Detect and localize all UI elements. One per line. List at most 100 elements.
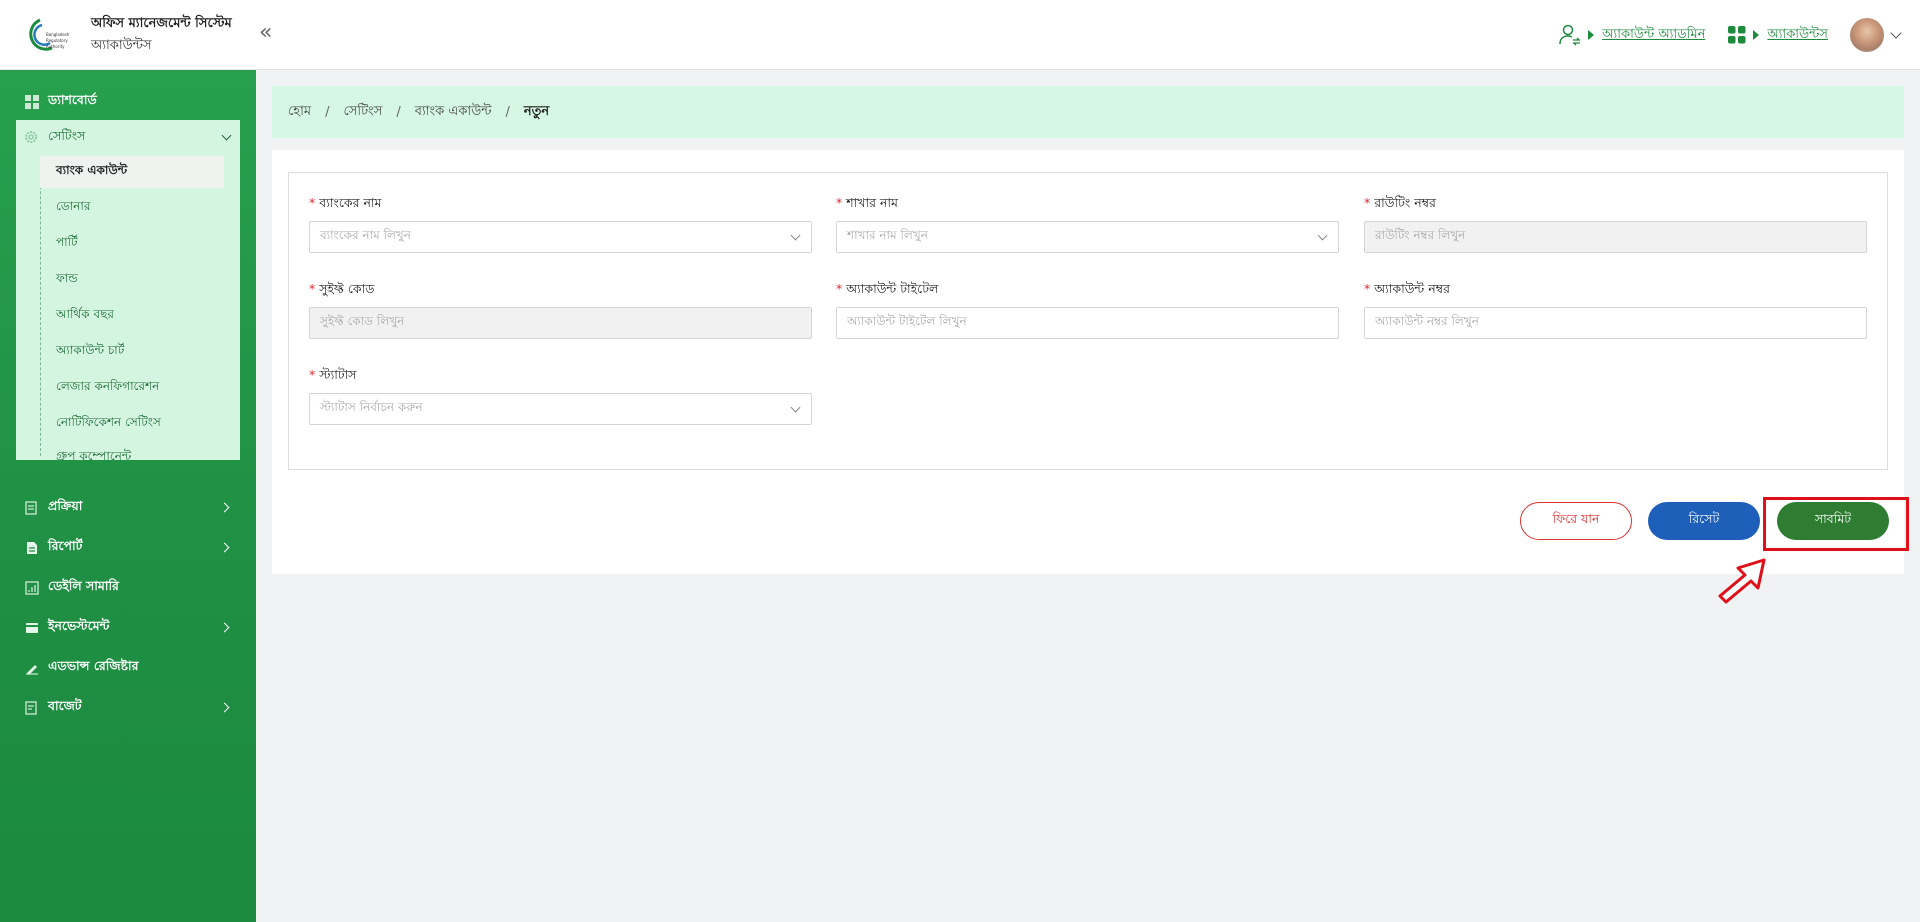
chevron-down-icon	[790, 402, 801, 413]
sidebar-item-label: বাজেট	[48, 698, 82, 713]
register-icon	[24, 660, 40, 676]
top-header: Bangladesh Regulatory Authority অফিস ম্য…	[0, 0, 1920, 70]
status-label-text: স্ট্যাটাস	[319, 367, 357, 382]
chevron-down-icon[interactable]	[1890, 27, 1902, 39]
pointer-arrow-icon	[1718, 558, 1766, 604]
sidebar-item-advance-register[interactable]: এডভান্স রেজিষ্টার	[0, 650, 256, 686]
breadcrumb-separator: /	[505, 104, 510, 120]
sidebar-item-fiscal-year[interactable]: আর্থিক বছর	[40, 300, 224, 332]
breadcrumb-settings[interactable]: সেটিংস	[343, 102, 382, 123]
form-card: * ব্যাংকের নাম ব্যাংকের নাম লিখুন * শাখার …	[272, 150, 1904, 574]
chevron-right-icon	[219, 502, 230, 513]
account-no-input[interactable]: অ্যাকাউন্ট নম্বর লিখুন	[1364, 307, 1867, 339]
logo-text-3: Authority	[46, 44, 65, 49]
sidebar-item-account-chart[interactable]: অ্যাকাউন্ট চার্ট	[40, 336, 224, 368]
status-select[interactable]: স্ট্যাটাস নির্বাচন করুন	[309, 393, 812, 425]
branch-name-label: * শাখার নাম	[836, 195, 898, 210]
back-button[interactable]: ফিরে যান	[1520, 502, 1632, 540]
sidebar-item-settings[interactable]: সেটিংস	[16, 120, 240, 156]
swift-code-label: * সুইফ্ট কোড	[309, 281, 375, 296]
summary-icon	[24, 580, 40, 596]
status-placeholder: স্ট্যাটাস নির্বাচন করুন	[320, 400, 423, 414]
sidebar-item-budget[interactable]: বাজেট	[0, 690, 256, 726]
sidebar-item-label: রিপোর্ট	[48, 538, 83, 553]
branch-name-select[interactable]: শাখার নাম লিখুন	[836, 221, 1339, 253]
account-title-placeholder: অ্যাকাউন্ট টাইটেল লিখুন	[847, 314, 967, 328]
bank-name-label: * ব্যাংকের নাম	[309, 195, 382, 210]
bank-name-select[interactable]: ব্যাংকের নাম লিখুন	[309, 221, 812, 253]
account-no-label-text: অ্যাকাউন্ট নম্বর	[1374, 281, 1450, 296]
swift-code-placeholder: সুইফ্ট কোড লিখুন	[320, 314, 405, 328]
sidebar-item-label: ডেইলি সামারি	[48, 578, 119, 593]
sidebar-item-ledger-config[interactable]: লেজার কনফিগারেশন	[40, 372, 224, 404]
logo-text-2: Regulatory	[46, 38, 68, 43]
sidebar-item-investment[interactable]: ইনভেস্টমেন্ট	[0, 610, 256, 646]
sidebar-item-donor[interactable]: ডোনার	[40, 192, 224, 224]
logo-icon: Bangladesh Regulatory Authority	[29, 18, 70, 51]
reset-button[interactable]: রিসেট	[1648, 502, 1760, 540]
caret-right-icon	[1753, 30, 1760, 40]
dashboard-icon	[24, 94, 40, 110]
collapse-sidebar-button[interactable]: «	[259, 20, 272, 45]
sidebar-item-label: সেটিংস	[48, 128, 86, 143]
budget-icon	[24, 700, 40, 716]
report-icon	[24, 540, 40, 556]
status-label: * স্ট্যাটাস	[309, 367, 357, 382]
investment-icon	[24, 620, 40, 636]
swift-code-input[interactable]: সুইফ্ট কোড লিখুন	[309, 307, 812, 339]
submit-highlight-box	[1763, 497, 1909, 551]
account-no-placeholder: অ্যাকাউন্ট নম্বর লিখুন	[1375, 314, 1479, 328]
bank-account-form: * ব্যাংকের নাম ব্যাংকের নাম লিখুন * শাখার …	[288, 172, 1888, 470]
sidebar: ড্যাশবোর্ড সেটিংস ব্যাংক একাউন্ট ডোনার প…	[0, 70, 256, 922]
chevron-right-icon	[219, 542, 230, 553]
accounts-module-link[interactable]: অ্যাকাউন্টস	[1767, 25, 1828, 46]
chevron-right-icon	[219, 622, 230, 633]
breadcrumb-home[interactable]: হোম	[288, 102, 311, 123]
apps-grid-icon[interactable]	[1727, 25, 1747, 45]
sidebar-item-daily-summary[interactable]: ডেইলি সামারি	[0, 570, 256, 606]
sidebar-item-party[interactable]: পার্টি	[40, 228, 224, 260]
sidebar-item-report[interactable]: রিপোর্ট	[0, 530, 256, 566]
routing-no-label: * রাউটিং নম্বর	[1364, 195, 1436, 210]
chevron-down-icon	[221, 130, 232, 141]
chevron-down-icon	[790, 230, 801, 241]
chevron-down-icon	[1317, 230, 1328, 241]
breadcrumb-bank-account[interactable]: ব্যাংক একাউন্ট	[415, 102, 492, 123]
sidebar-item-bank-account[interactable]: ব্যাংক একাউন্ট	[40, 156, 224, 188]
user-switch-icon[interactable]	[1558, 23, 1582, 47]
bank-name-placeholder: ব্যাংকের নাম লিখুন	[320, 228, 411, 242]
routing-no-label-text: রাউটিং নম্বর	[1374, 195, 1436, 210]
sidebar-item-fund[interactable]: ফান্ড	[40, 264, 224, 296]
account-title-input[interactable]: অ্যাকাউন্ট টাইটেল লিখুন	[836, 307, 1339, 339]
breadcrumb: হোম / সেটিংস / ব্যাংক একাউন্ট / নতুন	[272, 86, 1904, 138]
app-subtitle: অ্যাকাউন্টস	[91, 38, 152, 53]
breadcrumb-separator: /	[396, 104, 401, 120]
sidebar-item-dashboard[interactable]: ড্যাশবোর্ড	[0, 84, 256, 120]
sidebar-item-label: প্রক্রিয়া	[48, 498, 83, 513]
sidebar-item-label: ইনভেস্টমেন্ট	[48, 618, 110, 633]
bank-name-label-text: ব্যাংকের নাম	[319, 195, 382, 210]
account-title-label: * অ্যাকাউন্ট টাইটেল	[836, 281, 939, 296]
gear-icon	[24, 130, 40, 146]
branch-name-label-text: শাখার নাম	[846, 195, 898, 210]
settings-submenu: সেটিংস ব্যাংক একাউন্ট ডোনার পার্টি ফান্ড…	[16, 120, 240, 463]
account-no-label: * অ্যাকাউন্ট নম্বর	[1364, 281, 1450, 296]
sidebar-item-process[interactable]: প্রক্রিয়া	[0, 490, 256, 526]
routing-no-placeholder: রাউটিং নম্বর লিখুন	[1375, 228, 1466, 242]
account-admin-link[interactable]: অ্যাকাউন্ট অ্যাডমিন	[1602, 25, 1705, 46]
process-icon	[24, 500, 40, 516]
breadcrumb-separator: /	[325, 104, 330, 120]
account-title-label-text: অ্যাকাউন্ট টাইটেল	[846, 281, 939, 296]
logo-text-1: Bangladesh	[46, 32, 70, 37]
sidebar-item-group-component[interactable]: গ্রুপ কম্পোনেন্ট	[40, 444, 224, 472]
breadcrumb-current: নতুন	[523, 103, 550, 119]
sidebar-item-label: ড্যাশবোর্ড	[48, 92, 97, 107]
avatar[interactable]	[1850, 18, 1884, 52]
branch-name-placeholder: শাখার নাম লিখুন	[847, 228, 928, 242]
caret-right-icon	[1588, 30, 1595, 40]
sidebar-item-notification-settings[interactable]: নোটিফিকেশন সেটিংস	[40, 408, 224, 440]
app-title: অফিস ম্যানেজমেন্ট সিস্টেম	[91, 16, 232, 31]
routing-no-input[interactable]: রাউটিং নম্বর লিখুন	[1364, 221, 1867, 253]
chevron-right-icon	[219, 702, 230, 713]
sidebar-item-label: এডভান্স রেজিষ্টার	[48, 658, 139, 673]
